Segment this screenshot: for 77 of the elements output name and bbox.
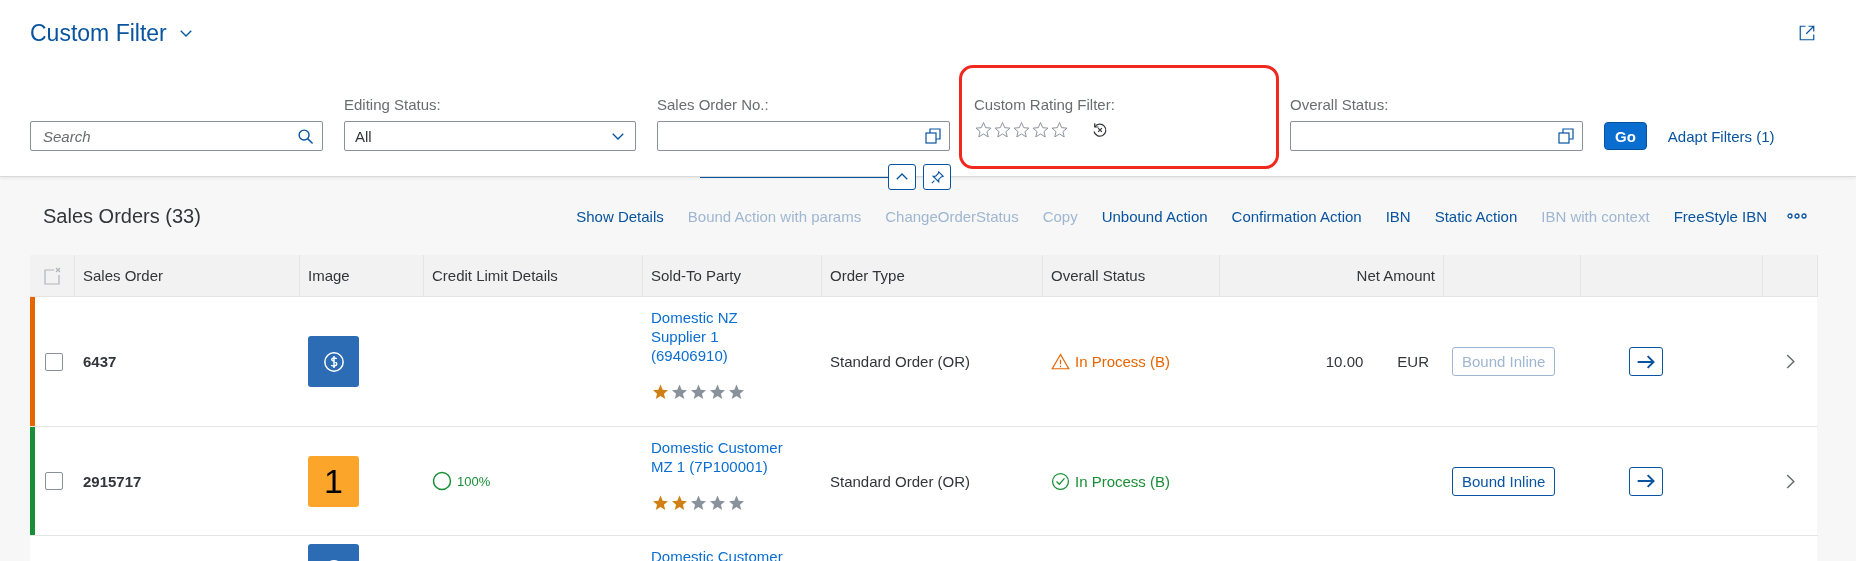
star-icon (1031, 120, 1050, 139)
column-header: Net Amount (1220, 255, 1444, 297)
column-header: Credit Limit Details (424, 255, 643, 297)
star-icon (708, 494, 727, 512)
pin-icon (929, 169, 945, 185)
value-help-field[interactable] (657, 121, 950, 151)
sold-to-party-link[interactable]: Domestic NZ Supplier 1 (69406910) (651, 308, 791, 365)
status-text: In Process (B) (1051, 352, 1171, 371)
column-header: Overall Status (1043, 255, 1220, 297)
reset-icon[interactable] (1091, 120, 1109, 139)
order-type: Standard Order (OR) (830, 353, 971, 370)
search-field[interactable]: Search (30, 121, 323, 151)
collapse-button[interactable] (888, 164, 916, 190)
sales-order-number: 6437 (83, 353, 117, 370)
editing-status-select[interactable]: All (344, 121, 636, 151)
column-header: Sold-To Party (643, 255, 822, 297)
star-icon (1050, 120, 1069, 139)
sold-to-party-link[interactable]: Domestic Customer MZ 1 (7P100001) (651, 438, 791, 476)
filter-label: Sales Order No.: (657, 96, 770, 113)
row-checkbox[interactable] (45, 352, 63, 371)
filter-label: Editing Status: (344, 96, 442, 113)
column-header: Order Type (822, 255, 1043, 297)
search-input[interactable]: Search (41, 126, 297, 146)
star-icon (727, 383, 746, 401)
currency: EUR (1397, 353, 1429, 370)
table-title: Sales Orders (33) (43, 204, 202, 228)
more-button[interactable] (1787, 213, 1807, 219)
dollar-icon (322, 350, 345, 373)
navigate-button[interactable] (1629, 466, 1663, 496)
star-icon (993, 120, 1012, 139)
value-help-icon[interactable] (925, 128, 941, 144)
page-title: Custom Filter (30, 19, 167, 47)
chevron-right-icon[interactable] (1786, 473, 1795, 489)
arrow-right-icon (1636, 473, 1656, 489)
order-type: Standard Order (OR) (830, 472, 971, 490)
star-icon (727, 494, 746, 512)
warning-icon (1051, 352, 1070, 371)
star-icon (651, 383, 670, 401)
star-icon (708, 383, 727, 401)
circle-icon (432, 471, 452, 491)
sales-order-number: 2915717 (83, 472, 142, 490)
search-icon[interactable] (297, 127, 314, 145)
star-icon (670, 383, 689, 401)
bound-inline-button[interactable]: Bound Inline (1452, 466, 1556, 496)
row-checkbox[interactable] (45, 472, 63, 490)
toolbar-action[interactable]: Static Action (1422, 207, 1530, 225)
toolbar-action[interactable]: Confirmation Action (1219, 207, 1374, 225)
share-icon (1798, 24, 1816, 42)
star-icon (689, 383, 708, 401)
column-header: Sales Order (75, 255, 300, 297)
star-icon (974, 120, 993, 139)
share-button[interactable] (1798, 24, 1816, 42)
star-icon (689, 494, 708, 512)
filter-label: Overall Status: (1290, 96, 1390, 113)
value-help-icon[interactable] (1558, 128, 1574, 144)
arrow-right-icon (1636, 353, 1656, 370)
toolbar-action[interactable]: Unbound Action (1089, 207, 1220, 225)
credit-indicator: 100% (432, 471, 491, 491)
star-icon (651, 494, 670, 512)
navigate-button[interactable] (1629, 347, 1663, 376)
status-text: In Process (B) (1051, 471, 1171, 491)
chevron-right-icon[interactable] (1786, 354, 1795, 369)
more-icon (1787, 213, 1807, 219)
toolbar-action[interactable]: Show Details (564, 207, 676, 225)
filter-label: Custom Rating Filter: (974, 95, 1116, 113)
star-icon (670, 494, 689, 512)
net-amount: 10.00 (1325, 353, 1364, 370)
adapt-filters-link[interactable]: Adapt Filters (1) (1667, 128, 1775, 145)
check-circle-icon (1051, 471, 1070, 491)
toolbar-action[interactable]: FreeStyle IBN (1661, 207, 1779, 225)
column-header: Image (300, 255, 424, 297)
value-help-field[interactable] (1290, 121, 1583, 151)
star-icon (1012, 120, 1031, 139)
toolbar-action[interactable]: IBN (1373, 207, 1423, 225)
number-tile: 1 (308, 455, 359, 507)
go-button[interactable]: Go (1604, 122, 1647, 150)
pin-button[interactable] (923, 164, 951, 190)
